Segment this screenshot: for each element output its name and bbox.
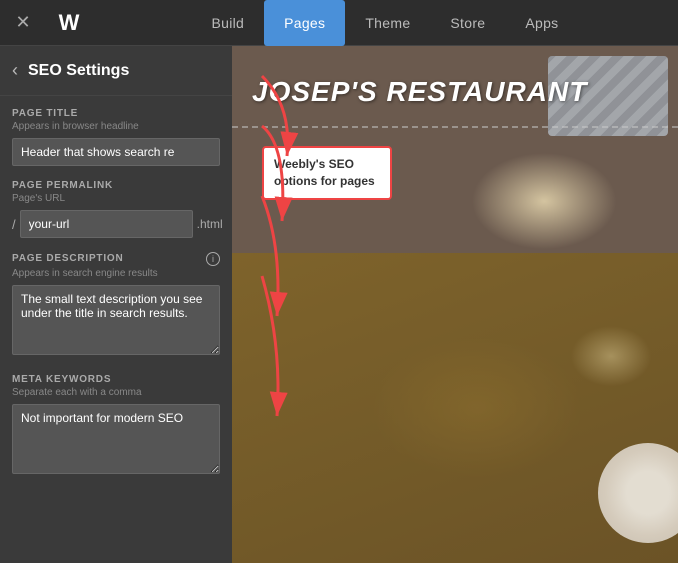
page-title-label: PAGE TITLE [12,108,220,119]
close-button[interactable]: ✕ [0,0,46,46]
right-preview: JOSEP'S RESTAURANT Weebly's SEO options … [232,46,678,563]
meta-keywords-label: META KEYWORDS [12,374,220,385]
permalink-slash: / [12,217,16,232]
page-permalink-group: PAGE PERMALINK Page's URL / .html [12,180,220,238]
page-description-label: PAGE DESCRIPTION [12,253,124,264]
tooltip-box: Weebly's SEO options for pages [262,146,392,200]
description-info-icon[interactable]: i [206,252,220,266]
meta-keywords-group: META KEYWORDS Separate each with a comma [12,374,220,479]
meta-keywords-sublabel: Separate each with a comma [12,387,220,398]
page-description-label-row: PAGE DESCRIPTION i [12,252,220,266]
logo: W [46,0,92,46]
close-icon: ✕ [15,12,30,33]
panel-header: ‹ SEO Settings [0,46,232,96]
tab-store[interactable]: Store [430,0,505,46]
meta-keywords-input[interactable] [12,404,220,474]
page-permalink-label: PAGE PERMALINK [12,180,220,191]
restaurant-title: JOSEP'S RESTAURANT [252,76,587,108]
top-nav: ✕ W Build Pages Theme Store Apps [0,0,678,46]
panel-content: PAGE TITLE Appears in browser headline P… [0,96,232,563]
tab-pages[interactable]: Pages [264,0,345,46]
page-description-sublabel: Appears in search engine results [12,268,220,279]
left-panel: ‹ SEO Settings PAGE TITLE Appears in bro… [0,46,232,563]
page-title-input[interactable] [12,138,220,166]
panel-title: SEO Settings [28,62,129,80]
page-description-input[interactable] [12,285,220,355]
back-button[interactable]: ‹ [12,60,18,81]
tab-theme[interactable]: Theme [345,0,430,46]
tooltip-text: Weebly's SEO options for pages [274,157,375,188]
permalink-input[interactable] [20,210,193,238]
tab-apps[interactable]: Apps [505,0,578,46]
page-title-group: PAGE TITLE Appears in browser headline [12,108,220,166]
logo-icon: W [59,10,80,36]
main-layout: ‹ SEO Settings PAGE TITLE Appears in bro… [0,46,678,563]
page-title-sublabel: Appears in browser headline [12,121,220,132]
permalink-extension: .html [197,217,223,231]
tab-build[interactable]: Build [191,0,264,46]
nav-tabs: Build Pages Theme Store Apps [92,0,678,46]
page-permalink-sublabel: Page's URL [12,193,220,204]
permalink-row: / .html [12,210,220,238]
page-description-group: PAGE DESCRIPTION i Appears in search eng… [12,252,220,360]
